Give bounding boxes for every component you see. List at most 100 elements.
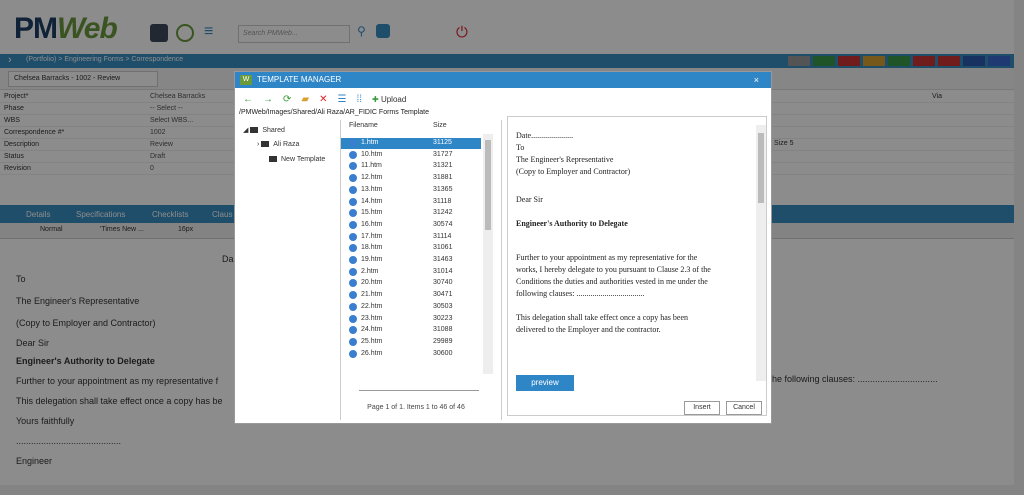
- file-row[interactable]: 22.htm 30503: [341, 302, 481, 313]
- file-row[interactable]: 2.htm 31014: [341, 267, 481, 278]
- file-row[interactable]: 13.htm 31365: [341, 185, 481, 196]
- file-size: 31118: [433, 197, 452, 205]
- column-header-filename[interactable]: Filename: [349, 122, 378, 129]
- dialog-title: TEMPLATE MANAGER: [257, 75, 342, 84]
- preview-line: delivered to the Employer and the contra…: [516, 325, 661, 334]
- file-row[interactable]: 17.htm 31114: [341, 232, 481, 243]
- file-row[interactable]: 25.htm 29989: [341, 337, 481, 348]
- tree-item-shared[interactable]: ◢ Shared: [243, 126, 285, 134]
- file-size: 30223: [433, 314, 453, 322]
- file-row[interactable]: 18.htm 31061: [341, 243, 481, 254]
- file-row[interactable]: 19.htm 31463: [341, 255, 481, 266]
- file-name: 17.htm: [361, 232, 383, 240]
- file-row[interactable]: 1.htm 31125: [341, 138, 481, 149]
- preview-line: The Engineer's Representative: [516, 155, 614, 164]
- html-file-icon: [349, 209, 357, 218]
- preview-line: Date.....................: [516, 131, 574, 140]
- forward-arrow-icon[interactable]: →: [263, 94, 273, 105]
- html-file-icon: [349, 185, 357, 194]
- file-list-horizontal-scrollbar[interactable]: [359, 390, 479, 396]
- html-file-icon: [349, 279, 357, 288]
- file-size: 30471: [433, 291, 453, 299]
- html-file-icon: [349, 349, 357, 358]
- file-size: 31242: [433, 209, 453, 217]
- scroll-thumb[interactable]: [758, 133, 764, 203]
- file-row[interactable]: 24.htm 31088: [341, 325, 481, 336]
- column-header-size[interactable]: Size: [433, 122, 447, 129]
- file-name: 13.htm: [361, 185, 383, 193]
- file-row[interactable]: 20.htm 30740: [341, 278, 481, 289]
- file-row[interactable]: 14.htm 31118: [341, 197, 481, 208]
- file-size: 31114: [433, 232, 452, 240]
- folder-icon: [261, 141, 270, 148]
- html-file-icon: [349, 162, 357, 171]
- folder-icon: [250, 127, 259, 134]
- file-name: 14.htm: [361, 197, 383, 205]
- delete-icon[interactable]: ✕: [319, 94, 327, 105]
- file-size: 31727: [433, 150, 453, 158]
- list-view-icon[interactable]: ☰: [337, 94, 346, 105]
- file-name: 26.htm: [361, 349, 383, 357]
- folder-path: /PMWeb/Images/Shared/Ali Raza/AR_FIDIC F…: [239, 109, 429, 116]
- close-button[interactable]: ×: [754, 75, 759, 85]
- preview-line: works, I hereby delegate to you pursuant…: [516, 265, 711, 274]
- preview-line: Engineer's Authority to Delegate: [516, 219, 628, 228]
- file-name: 1.htm: [361, 139, 379, 146]
- file-row[interactable]: 16.htm 30574: [341, 220, 481, 231]
- preview-text: Date..................... To The Engineer'…: [516, 127, 756, 377]
- html-file-icon: [349, 244, 357, 253]
- preview-scrollbar[interactable]: [756, 125, 766, 381]
- file-name: 2.htm: [361, 267, 379, 275]
- preview-button[interactable]: preview: [516, 375, 574, 391]
- file-name: 22.htm: [361, 302, 383, 310]
- file-list-scrollbar[interactable]: [483, 134, 493, 374]
- file-row[interactable]: 21.htm 30471: [341, 290, 481, 301]
- file-row[interactable]: 15.htm 31242: [341, 208, 481, 219]
- file-name: 18.htm: [361, 244, 383, 252]
- preview-line: following clauses: .....................…: [516, 289, 645, 298]
- file-row[interactable]: 10.htm 31727: [341, 150, 481, 161]
- file-name: 25.htm: [361, 337, 383, 345]
- pmweb-app-icon: W: [240, 75, 252, 85]
- file-size: 31365: [433, 185, 453, 193]
- file-size: 30740: [433, 279, 453, 287]
- upload-icon: ✚: [372, 94, 379, 104]
- preview-line: Dear Sir: [516, 195, 543, 204]
- file-size: 30574: [433, 220, 453, 228]
- template-preview-panel: Date..................... To The Engineer'…: [507, 116, 767, 416]
- expand-icon: ◢: [243, 127, 251, 134]
- tree-item-ali-raza[interactable]: › Ali Raza: [257, 141, 299, 148]
- html-file-icon: [349, 232, 357, 241]
- dialog-toolbar: ← → ⟳ ▰ ✕ ☰ ⁞⁞ ✚ Upload: [243, 92, 406, 106]
- new-folder-icon[interactable]: ▰: [301, 94, 309, 105]
- html-file-icon: [349, 139, 357, 147]
- html-file-icon: [349, 314, 357, 323]
- preview-line: To: [516, 143, 525, 152]
- file-size: 31088: [433, 326, 453, 334]
- file-size: 31463: [433, 256, 453, 263]
- back-arrow-icon[interactable]: ←: [243, 94, 253, 105]
- scroll-thumb[interactable]: [485, 140, 491, 230]
- file-name: 21.htm: [361, 291, 383, 299]
- file-name: 12.htm: [361, 174, 383, 182]
- file-row[interactable]: 23.htm 30223: [341, 314, 481, 325]
- file-row[interactable]: 12.htm 31881: [341, 173, 481, 184]
- tree-item-new-template[interactable]: New Template: [269, 156, 325, 163]
- preview-line: This delegation shall take effect once a…: [516, 313, 689, 322]
- cancel-button[interactable]: Cancel: [726, 401, 762, 415]
- insert-button[interactable]: Insert: [684, 401, 720, 415]
- html-file-icon: [349, 150, 357, 159]
- file-row[interactable]: 26.htm 30600: [341, 349, 481, 360]
- file-size: 30503: [433, 302, 453, 310]
- file-size: 31881: [433, 174, 453, 182]
- html-file-icon: [349, 326, 357, 335]
- preview-line: Further to your appointment as my repres…: [516, 253, 698, 262]
- dialog-header: W TEMPLATE MANAGER ×: [235, 72, 771, 88]
- grid-view-icon[interactable]: ⁞⁞: [356, 94, 362, 105]
- upload-button[interactable]: ✚ Upload: [372, 95, 406, 104]
- refresh-icon[interactable]: ⟳: [283, 94, 291, 105]
- file-size: 30600: [433, 349, 453, 357]
- file-name: 19.htm: [361, 256, 383, 263]
- file-row[interactable]: 11.htm 31321: [341, 161, 481, 172]
- pager-info: Page 1 of 1. Items 1 to 46 of 46: [367, 404, 465, 411]
